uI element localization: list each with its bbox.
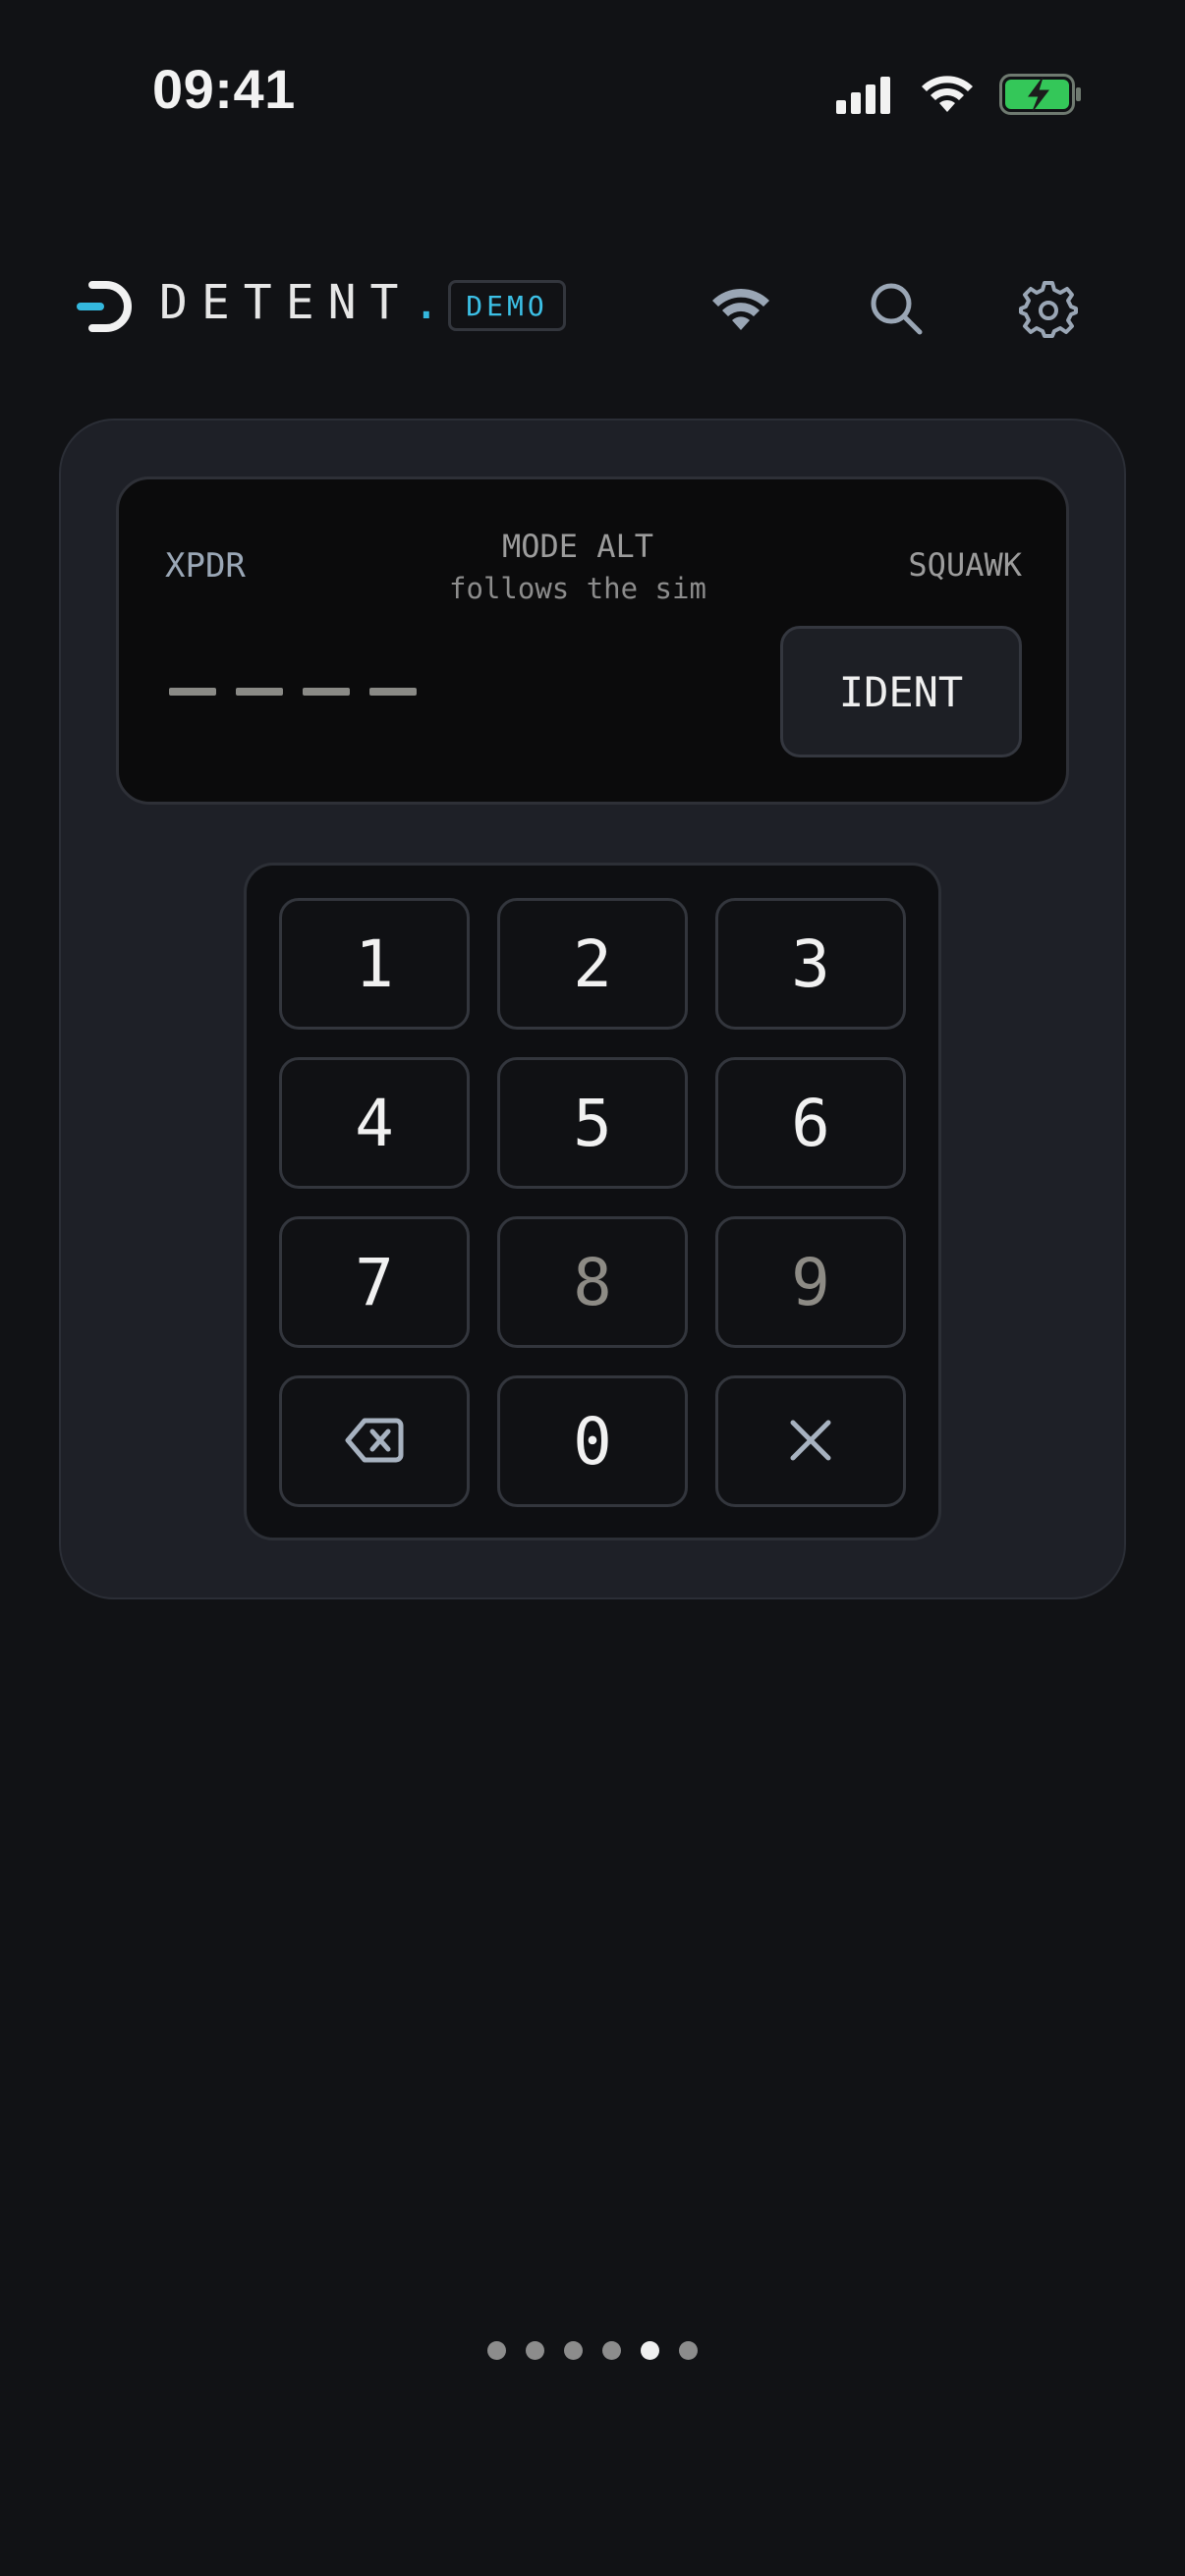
- connection-wifi-icon[interactable]: [709, 277, 772, 340]
- settings-gear-icon[interactable]: [1017, 277, 1080, 340]
- demo-badge: DEMO: [448, 280, 566, 331]
- ident-button[interactable]: IDENT: [780, 626, 1022, 757]
- key-3[interactable]: 3: [715, 898, 906, 1030]
- mode-label: MODE ALT: [501, 528, 654, 565]
- page-dot[interactable]: [679, 2341, 698, 2360]
- squawk-label: SQUAWK: [908, 546, 1022, 584]
- squawk-digit-placeholder: [369, 688, 417, 696]
- keypad: 1 2 3 4 5 6 7 8 9 0: [244, 863, 941, 1540]
- squawk-digit-placeholder: [236, 688, 283, 696]
- battery-charging-icon: [999, 73, 1082, 120]
- page-dot[interactable]: [564, 2341, 583, 2360]
- brand-logo-icon: [77, 279, 134, 339]
- page-dot-active[interactable]: [641, 2341, 659, 2360]
- page-indicator: [0, 2341, 1185, 2360]
- brand-name-text: DETENT: [159, 275, 413, 330]
- key-6[interactable]: 6: [715, 1057, 906, 1189]
- status-icons: [836, 73, 1082, 120]
- key-1[interactable]: 1: [279, 898, 470, 1030]
- page-dot[interactable]: [487, 2341, 506, 2360]
- brand-name: DETENT.: [159, 275, 454, 330]
- status-time: 09:41: [152, 58, 296, 120]
- squawk-digit-placeholder: [169, 688, 216, 696]
- mode-sublabel: follows the sim: [449, 572, 706, 605]
- key-5[interactable]: 5: [497, 1057, 688, 1189]
- squawk-code-display: [169, 688, 417, 696]
- cellular-signal-icon: [836, 75, 895, 119]
- squawk-digit-placeholder: [303, 688, 350, 696]
- page-dot[interactable]: [526, 2341, 544, 2360]
- backspace-icon: [345, 1404, 404, 1480]
- xpdr-label: XPDR: [165, 546, 246, 586]
- backspace-key[interactable]: [279, 1375, 470, 1507]
- key-9[interactable]: 9: [715, 1216, 906, 1348]
- search-icon[interactable]: [865, 277, 928, 340]
- app-screen: 09:41 DETENT. DEMO XPDR MODE ALT follows…: [0, 0, 1185, 2576]
- wifi-icon: [921, 75, 974, 119]
- page-dot[interactable]: [602, 2341, 621, 2360]
- key-7[interactable]: 7: [279, 1216, 470, 1348]
- clear-x-icon: [787, 1404, 834, 1480]
- key-2[interactable]: 2: [497, 898, 688, 1030]
- key-8[interactable]: 8: [497, 1216, 688, 1348]
- key-0[interactable]: 0: [497, 1375, 688, 1507]
- key-4[interactable]: 4: [279, 1057, 470, 1189]
- clear-key[interactable]: [715, 1375, 906, 1507]
